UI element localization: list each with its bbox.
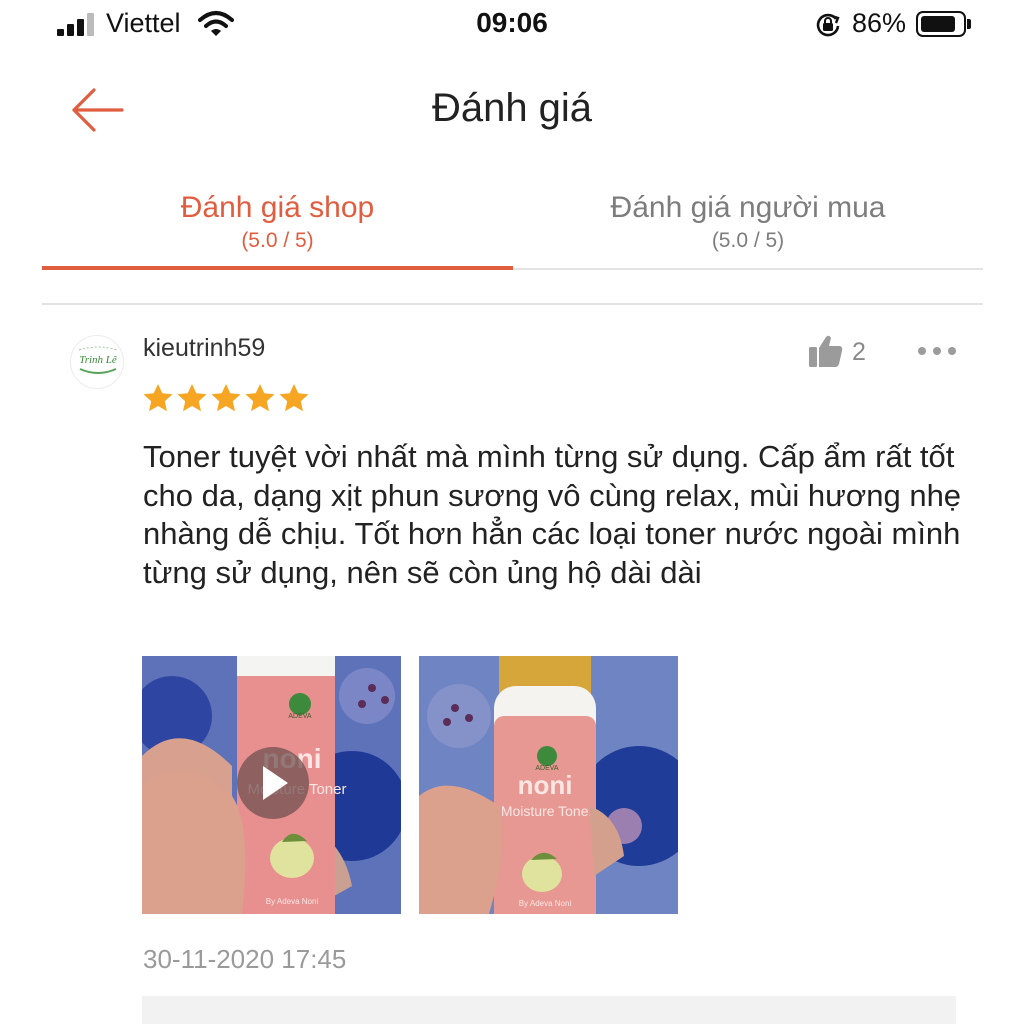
tab-label: Đánh giá người mua bbox=[610, 191, 886, 224]
tab-shop-reviews[interactable]: Đánh giá shop (5.0 / 5) bbox=[42, 190, 513, 255]
username: kieutrinh59 bbox=[143, 334, 266, 362]
review-text: Toner tuyệt vời nhất mà mình từng sử dụn… bbox=[143, 439, 962, 590]
tab-buyer-reviews[interactable]: Đánh giá người mua (5.0 / 5) bbox=[513, 190, 983, 255]
page-title: Đánh giá bbox=[431, 86, 593, 130]
avatar[interactable]: Trinh Lê bbox=[70, 335, 124, 389]
svg-text:By Adeva Noni: By Adeva Noni bbox=[266, 897, 319, 906]
active-tab-indicator bbox=[42, 266, 513, 270]
review-screen: Viettel 09:06 86% Đánh giá Đánh giá shop… bbox=[0, 0, 1024, 1024]
star-rating bbox=[141, 382, 311, 414]
tab-label: Đánh giá shop bbox=[180, 191, 375, 224]
tab-score: (5.0 / 5) bbox=[711, 229, 785, 252]
star-icon bbox=[245, 384, 275, 412]
svg-text:By Adeva Noni: By Adeva Noni bbox=[519, 899, 572, 908]
seller-reply-box bbox=[142, 996, 956, 1024]
review-video-thumbnail[interactable]: ADEVA noni Moisture Toner By Adeva Noni bbox=[142, 656, 401, 914]
product-photo: ADEVA noni Moisture Toner By Adeva Noni bbox=[142, 656, 401, 914]
more-dots-icon bbox=[918, 347, 956, 355]
divider bbox=[42, 303, 983, 305]
product-photo: ADEVA noni Moisture Toner By Adeva Noni bbox=[419, 656, 678, 914]
more-options-button[interactable] bbox=[914, 340, 960, 362]
review-date: 30-11-2020 17:45 bbox=[143, 944, 347, 974]
star-icon bbox=[211, 384, 241, 412]
svg-text:ADEVA: ADEVA bbox=[288, 713, 312, 720]
star-icon bbox=[143, 384, 173, 412]
thumbs-up-icon bbox=[809, 335, 843, 367]
battery-icon bbox=[916, 11, 966, 37]
battery-percent: 86% bbox=[852, 8, 907, 38]
svg-text:Moisture Toner: Moisture Toner bbox=[501, 803, 594, 819]
star-icon bbox=[177, 384, 207, 412]
avatar-text: Trinh Lê bbox=[79, 354, 117, 366]
review-image-thumbnail[interactable]: ADEVA noni Moisture Toner By Adeva Noni bbox=[419, 656, 678, 914]
svg-text:noni: noni bbox=[518, 770, 573, 800]
like-count: 2 bbox=[852, 338, 866, 366]
star-icon bbox=[279, 384, 309, 412]
tab-score: (5.0 / 5) bbox=[241, 229, 314, 252]
battery-tip bbox=[967, 19, 971, 29]
avatar-logo: Trinh Lê bbox=[78, 346, 118, 374]
tab-underline bbox=[513, 268, 983, 270]
rotation-lock-icon bbox=[816, 13, 840, 37]
like-button[interactable] bbox=[808, 334, 844, 368]
status-bar: Viettel 09:06 86% bbox=[0, 0, 1024, 50]
